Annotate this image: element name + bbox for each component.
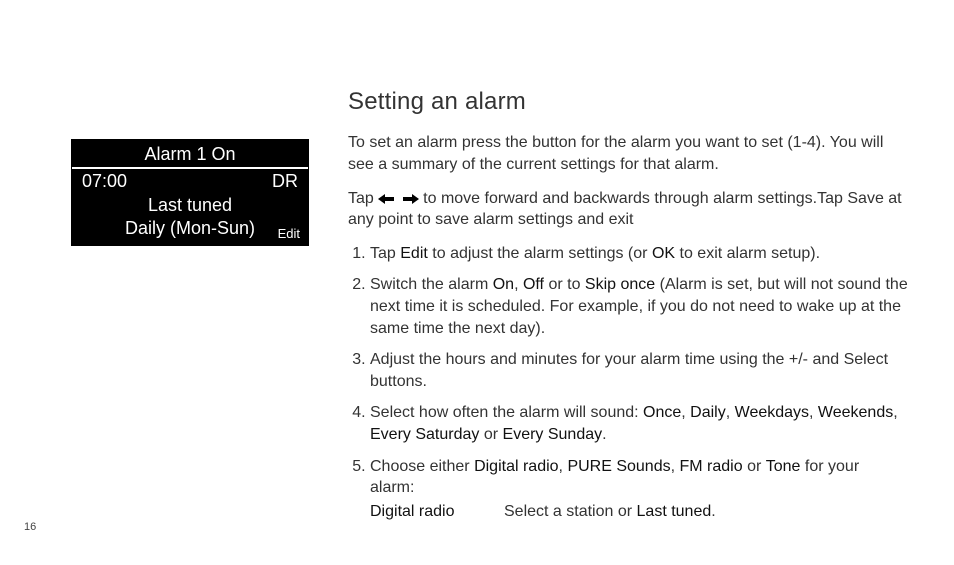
text: Tap [370, 245, 400, 262]
kw-edit: Edit [400, 245, 428, 262]
text: . [602, 426, 606, 443]
alarm-preview-panel: Alarm 1 On 07:00 DR Last tuned Daily (Mo… [71, 139, 309, 246]
alarm-source: Last tuned [82, 194, 298, 217]
arrow-left-icon [378, 194, 396, 204]
text: , [514, 276, 523, 293]
steps-list: Tap Edit to adjust the alarm settings (o… [348, 243, 908, 523]
kw-every-saturday: Every Saturday [370, 426, 479, 443]
alarm-repeat: Daily (Mon-Sun) [82, 217, 298, 240]
intro2-a: Tap [348, 190, 374, 207]
alarm-edit-label: Edit [278, 226, 300, 241]
text: , [809, 404, 818, 421]
kw-pure-sounds: PURE Sounds [567, 458, 670, 475]
text: or [479, 426, 502, 443]
alarm-row-time: 07:00 DR [72, 169, 308, 194]
intro-paragraph-1: To set an alarm press the button for the… [348, 132, 908, 175]
text: to exit alarm setup). [675, 245, 820, 262]
manual-page: 16 Alarm 1 On 07:00 DR Last tuned Daily … [0, 0, 954, 565]
text: , [726, 404, 735, 421]
kw-fm-radio: FM radio [680, 458, 743, 475]
text: , [681, 404, 690, 421]
kw-tone: Tone [766, 458, 801, 475]
text: Select how often the alarm will sound: [370, 404, 643, 421]
kw-off: Off [523, 276, 544, 293]
kw-ok: OK [652, 245, 675, 262]
arrow-right-icon [401, 194, 419, 204]
kw-weekdays: Weekdays [735, 404, 809, 421]
step-3: Adjust the hours and minutes for your al… [370, 349, 908, 392]
text: or [743, 458, 766, 475]
text: or to [544, 276, 585, 293]
kw-skip-once: Skip once [585, 276, 655, 293]
step-5: Choose either Digital radio, PURE Sounds… [370, 456, 908, 523]
kw-last-tuned: Last tuned [637, 503, 712, 520]
text: , [893, 404, 897, 421]
kw-every-sunday: Every Sunday [503, 426, 603, 443]
sub-label-digital-radio: Digital radio [370, 501, 474, 523]
main-content: Setting an alarm To set an alarm press t… [348, 86, 908, 532]
kw-on: On [493, 276, 514, 293]
text: Switch the alarm [370, 276, 493, 293]
text: , [671, 458, 680, 475]
kw-weekends: Weekends [818, 404, 893, 421]
intro-paragraph-2: Tap to move forward and backwards throug… [348, 188, 908, 231]
alarm-title: Alarm 1 On [72, 140, 308, 169]
text: . [711, 503, 715, 520]
sub-value: Select a station or Last tuned. [504, 501, 716, 523]
text: Select a station or [504, 503, 637, 520]
text: to adjust the alarm settings (or [428, 245, 652, 262]
heading: Setting an alarm [348, 86, 908, 118]
intro2-b: to move forward and backwards through al… [348, 190, 902, 229]
step-5-subrow: Digital radio Select a station or Last t… [370, 501, 908, 523]
alarm-subinfo: Last tuned Daily (Mon-Sun) [72, 194, 308, 245]
kw-once: Once [643, 404, 681, 421]
kw-digital-radio: Digital radio [474, 458, 558, 475]
text: Choose either [370, 458, 474, 475]
page-number: 16 [24, 521, 36, 533]
alarm-mode: DR [272, 171, 298, 192]
kw-daily: Daily [690, 404, 726, 421]
step-4: Select how often the alarm will sound: O… [370, 402, 908, 445]
step-2: Switch the alarm On, Off or to Skip once… [370, 274, 908, 339]
step-1: Tap Edit to adjust the alarm settings (o… [370, 243, 908, 265]
alarm-time: 07:00 [82, 171, 127, 192]
